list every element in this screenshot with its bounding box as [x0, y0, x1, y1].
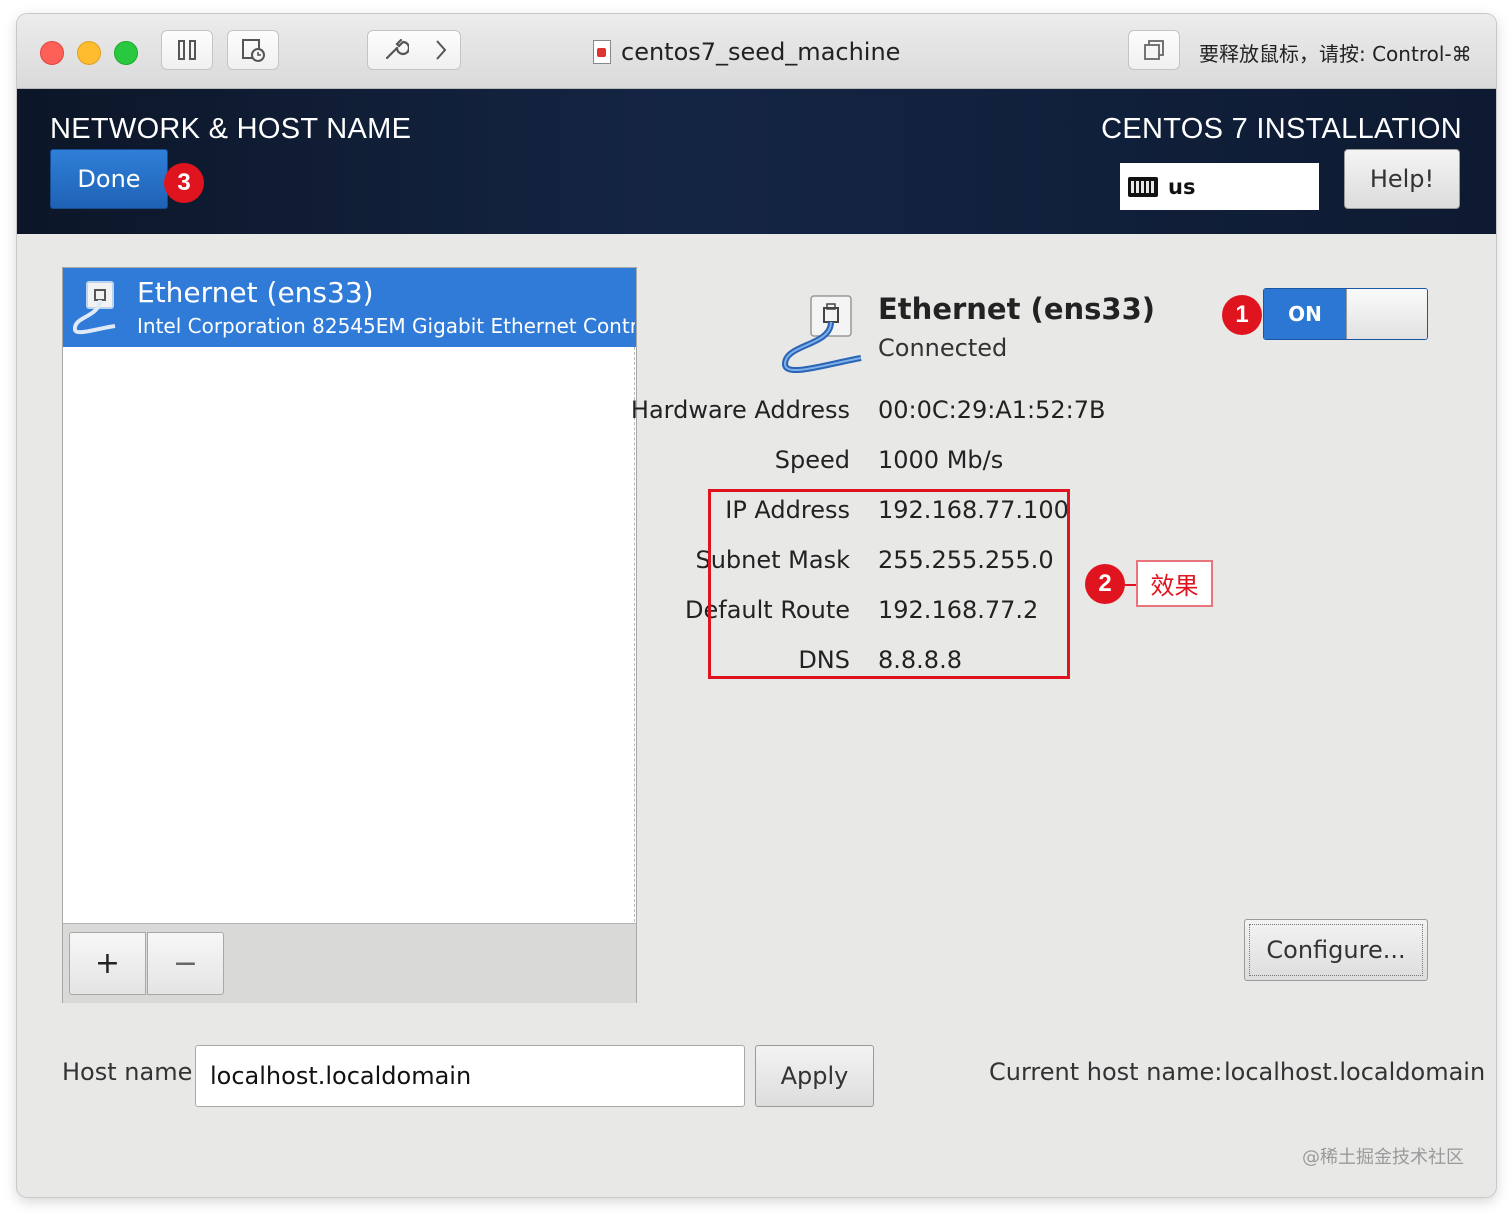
- remove-device-button[interactable]: −: [147, 932, 224, 995]
- window-title-text: centos7_seed_machine: [621, 38, 901, 66]
- help-button[interactable]: Help!: [1344, 149, 1460, 209]
- vm-document-icon: [593, 40, 611, 64]
- speed-value: 1000 Mb/s: [878, 446, 1004, 474]
- fullscreen-icon: [1144, 40, 1164, 60]
- hardware-address-value: 00:0C:29:A1:52:7B: [878, 396, 1106, 424]
- keyboard-layout-label: us: [1168, 174, 1196, 199]
- close-window-button[interactable]: [40, 41, 64, 65]
- connection-status: Connected: [878, 334, 1008, 362]
- snapshot-icon: [242, 39, 265, 62]
- network-device-list: Ethernet (ens33) Intel Corporation 82545…: [62, 267, 637, 1003]
- minimize-window-button[interactable]: [77, 41, 101, 65]
- annotation-highlight-box: [708, 489, 1070, 679]
- vm-window: centos7_seed_machine 要释放鼠标，请按: Control-⌘…: [17, 14, 1496, 1197]
- release-mouse-hint: 要释放鼠标，请按: Control-⌘: [1199, 42, 1472, 66]
- device-detail-name: Ethernet (ens33): [878, 292, 1156, 326]
- pause-vm-button[interactable]: [161, 30, 213, 70]
- device-name: Ethernet (ens33): [137, 276, 374, 309]
- keyboard-layout-indicator[interactable]: us: [1120, 163, 1319, 210]
- annotation-badge-3: 3: [164, 163, 204, 203]
- current-host-name-label: Current host name:: [989, 1058, 1223, 1086]
- window-titlebar: centos7_seed_machine 要释放鼠标，请按: Control-⌘: [17, 14, 1496, 89]
- device-row-ens33[interactable]: Ethernet (ens33) Intel Corporation 82545…: [63, 268, 636, 347]
- done-button[interactable]: Done: [50, 149, 168, 209]
- device-list-toolbar: + −: [63, 923, 636, 1003]
- toggle-on-label: ON: [1264, 289, 1346, 339]
- watermark: @稀土掘金技术社区: [1302, 1147, 1464, 1168]
- pause-icon: [178, 40, 196, 60]
- device-on-off-toggle[interactable]: ON: [1263, 288, 1428, 340]
- host-name-label: Host name:: [62, 1058, 201, 1086]
- toggle-knob: [1346, 289, 1427, 339]
- speed-label: Speed: [774, 446, 850, 474]
- host-name-input[interactable]: [195, 1045, 745, 1107]
- configure-button[interactable]: Configure...: [1244, 919, 1428, 981]
- keyboard-icon: [1128, 176, 1158, 197]
- annotation-badge-2: 2: [1085, 564, 1125, 604]
- spoke-title: NETWORK & HOST NAME: [50, 113, 412, 145]
- vm-settings-group: [367, 30, 461, 70]
- installer-header: NETWORK & HOST NAME Done CENTOS 7 INSTAL…: [17, 89, 1496, 234]
- wrench-icon[interactable]: [381, 36, 409, 64]
- hardware-address-label: Hardware Address: [630, 396, 850, 424]
- annotation-effect-label: 效果: [1136, 560, 1213, 607]
- current-host-name-value: localhost.localdomain: [1224, 1058, 1486, 1086]
- fullscreen-button[interactable]: [1128, 30, 1180, 70]
- annotation-badge-1: 1: [1222, 295, 1262, 335]
- apply-hostname-button[interactable]: Apply: [755, 1045, 874, 1107]
- list-divider: [634, 347, 635, 922]
- ethernet-device-icon: [781, 295, 862, 374]
- zoom-window-button[interactable]: [114, 41, 138, 65]
- device-description: Intel Corporation 82545EM Gigabit Ethern…: [137, 314, 635, 338]
- chevron-right-icon[interactable]: [434, 37, 448, 63]
- snapshot-button[interactable]: [227, 30, 279, 70]
- add-device-button[interactable]: +: [69, 932, 146, 995]
- product-title: CENTOS 7 INSTALLATION: [1101, 113, 1462, 145]
- ethernet-cable-icon: [73, 281, 116, 335]
- window-title: centos7_seed_machine: [593, 34, 900, 70]
